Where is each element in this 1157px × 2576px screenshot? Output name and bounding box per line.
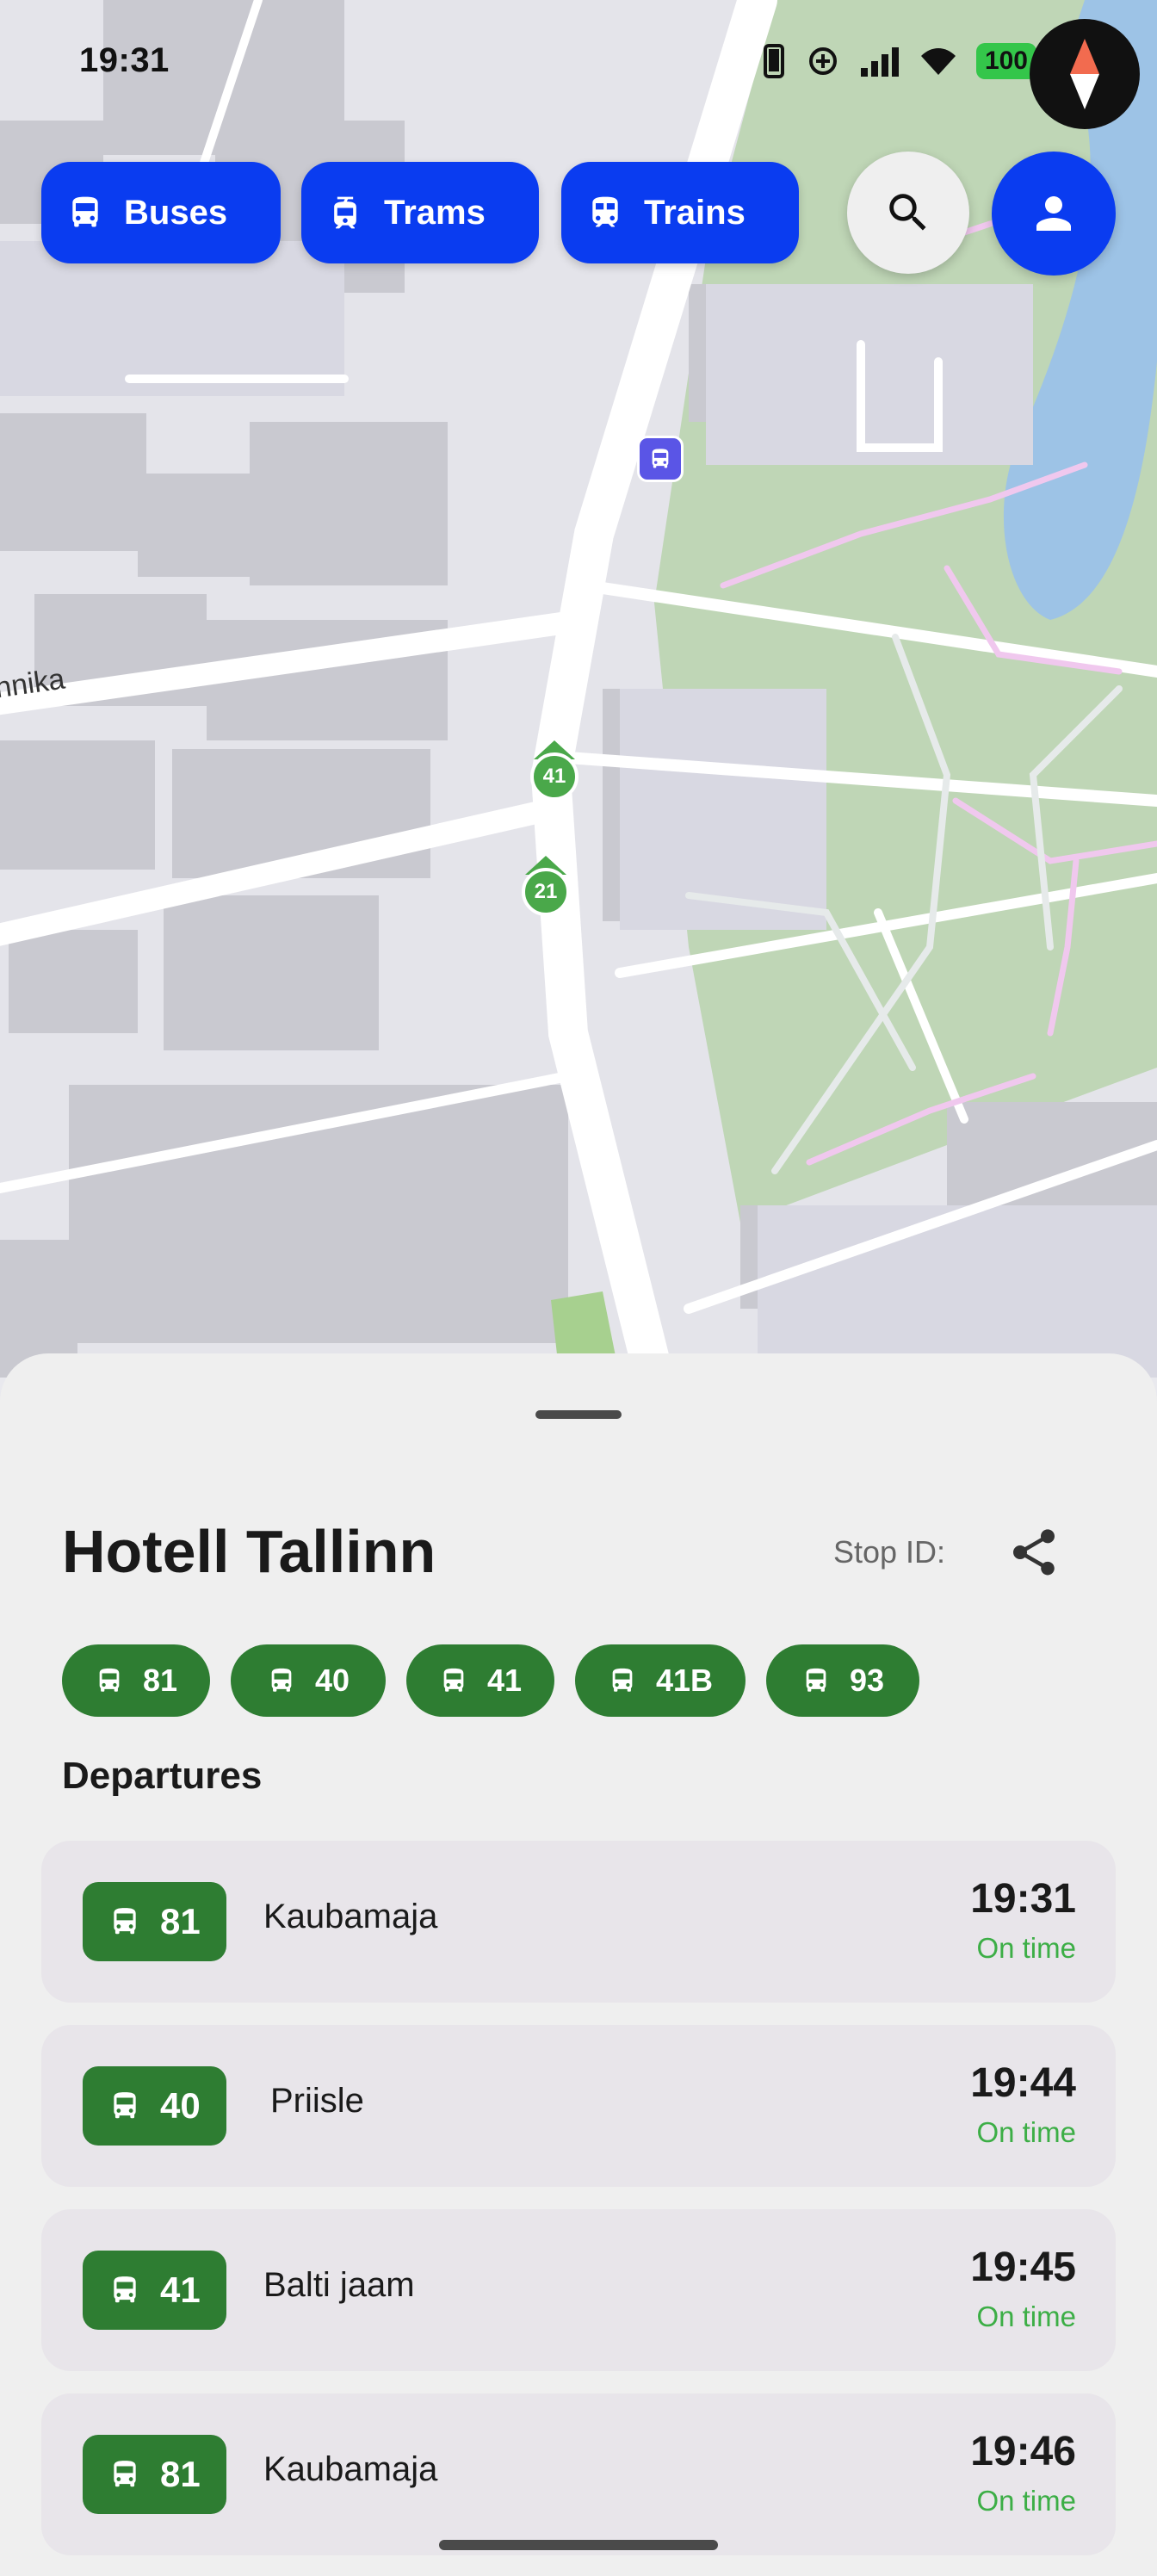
battery-level: 100 xyxy=(975,43,1036,79)
data-saver-icon xyxy=(808,47,837,75)
vehicle-marker[interactable]: 21 xyxy=(520,852,572,921)
status-time: 19:31 xyxy=(79,41,170,79)
line-chip-label: 41 xyxy=(486,1663,523,1698)
bus-icon xyxy=(114,2092,136,2119)
share-button[interactable] xyxy=(1000,1519,1067,1586)
filter-label: Trains xyxy=(644,193,746,232)
departures-heading: Departures xyxy=(62,1755,263,1797)
departure-time: 19:45 xyxy=(970,2245,1076,2290)
departure-line-badge: 81 xyxy=(83,2435,226,2514)
home-indicator[interactable] xyxy=(439,2540,718,2550)
departure-time: 19:31 xyxy=(970,1876,1076,1922)
filter-buses-button[interactable]: Buses xyxy=(41,162,281,263)
search-icon xyxy=(889,194,926,231)
line-chip[interactable]: 81 xyxy=(62,1644,210,1717)
departure-destination: Balti jaam xyxy=(263,2266,415,2304)
bus-icon xyxy=(99,1668,120,1692)
departure-line-badge: 40 xyxy=(83,2066,226,2146)
filter-label: Buses xyxy=(124,193,228,232)
line-chip[interactable]: 40 xyxy=(231,1644,386,1717)
line-chip-label: 93 xyxy=(849,1663,885,1698)
bus-icon xyxy=(114,2276,136,2303)
departure-destination: Priisle xyxy=(270,2082,364,2120)
departure-row[interactable]: 40 Priisle 19:44 On time xyxy=(41,2025,1116,2187)
route-marker-label: 41 xyxy=(530,752,578,801)
share-icon xyxy=(1013,1529,1055,1576)
compass-icon xyxy=(1070,39,1099,109)
tram-icon xyxy=(325,193,365,232)
line-chip-label: 41B xyxy=(655,1663,714,1698)
stop-id-label: Stop ID: xyxy=(833,1534,946,1570)
departure-time: 19:44 xyxy=(970,2060,1076,2106)
status-icons: 100 xyxy=(761,43,1036,79)
filter-label: Trams xyxy=(384,193,486,232)
bus-icon xyxy=(114,1908,136,1935)
sheet-drag-handle[interactable] xyxy=(535,1410,622,1419)
departure-status: On time xyxy=(976,2300,1076,2332)
route-marker-label: 21 xyxy=(522,868,570,916)
filter-trains-button[interactable]: Trains xyxy=(561,162,799,263)
status-bar: 19:31 100 xyxy=(0,0,1157,129)
wifi-icon xyxy=(920,48,956,75)
departure-line-badge: 41 xyxy=(83,2251,226,2330)
phone-icon xyxy=(763,44,784,78)
filter-trams-button[interactable]: Trams xyxy=(301,162,539,263)
bus-icon xyxy=(65,193,105,232)
bus-icon xyxy=(612,1668,633,1692)
line-chip[interactable]: 41B xyxy=(575,1644,746,1717)
departure-row[interactable]: 81 Kaubamaja 19:31 On time xyxy=(41,1841,1116,2003)
departure-status: On time xyxy=(976,2116,1076,2148)
departure-line: 40 xyxy=(160,2085,201,2126)
bus-icon xyxy=(806,1668,826,1692)
departure-line: 81 xyxy=(160,2454,201,2494)
line-chip-label: 40 xyxy=(314,1663,350,1698)
departure-row[interactable]: 81 Kaubamaja 19:46 On time xyxy=(41,2393,1116,2555)
search-button[interactable] xyxy=(847,152,969,274)
departure-line-badge: 81 xyxy=(83,1882,226,1961)
bus-icon xyxy=(443,1668,464,1692)
bus-stop-marker[interactable] xyxy=(637,436,684,482)
bus-icon xyxy=(652,449,669,468)
stop-title: Hotell Tallinn xyxy=(62,1518,436,1585)
bus-icon xyxy=(114,2461,136,2487)
departure-destination: Kaubamaja xyxy=(263,1898,438,1935)
departure-time: 19:46 xyxy=(970,2429,1076,2474)
train-icon xyxy=(585,193,625,232)
vehicle-marker[interactable]: 41 xyxy=(529,737,580,806)
line-chip[interactable]: 41 xyxy=(406,1644,554,1717)
bus-icon xyxy=(271,1668,292,1692)
departure-row[interactable]: 41 Balti jaam 19:45 On time xyxy=(41,2209,1116,2371)
departure-status: On time xyxy=(976,1932,1076,1964)
departure-line: 41 xyxy=(160,2269,201,2310)
profile-button[interactable] xyxy=(992,152,1116,276)
person-icon xyxy=(1036,196,1071,231)
stop-details-sheet[interactable]: Hotell Tallinn Stop ID: 81 40 41 41B 93 … xyxy=(0,1353,1157,2576)
line-chip[interactable]: 93 xyxy=(766,1644,919,1717)
departure-line: 81 xyxy=(160,1901,201,1941)
compass-button[interactable] xyxy=(1030,19,1140,129)
departure-status: On time xyxy=(976,2485,1076,2517)
line-chip-label: 81 xyxy=(142,1663,178,1698)
departure-destination: Kaubamaja xyxy=(263,2450,438,2488)
signal-icon xyxy=(860,47,899,77)
